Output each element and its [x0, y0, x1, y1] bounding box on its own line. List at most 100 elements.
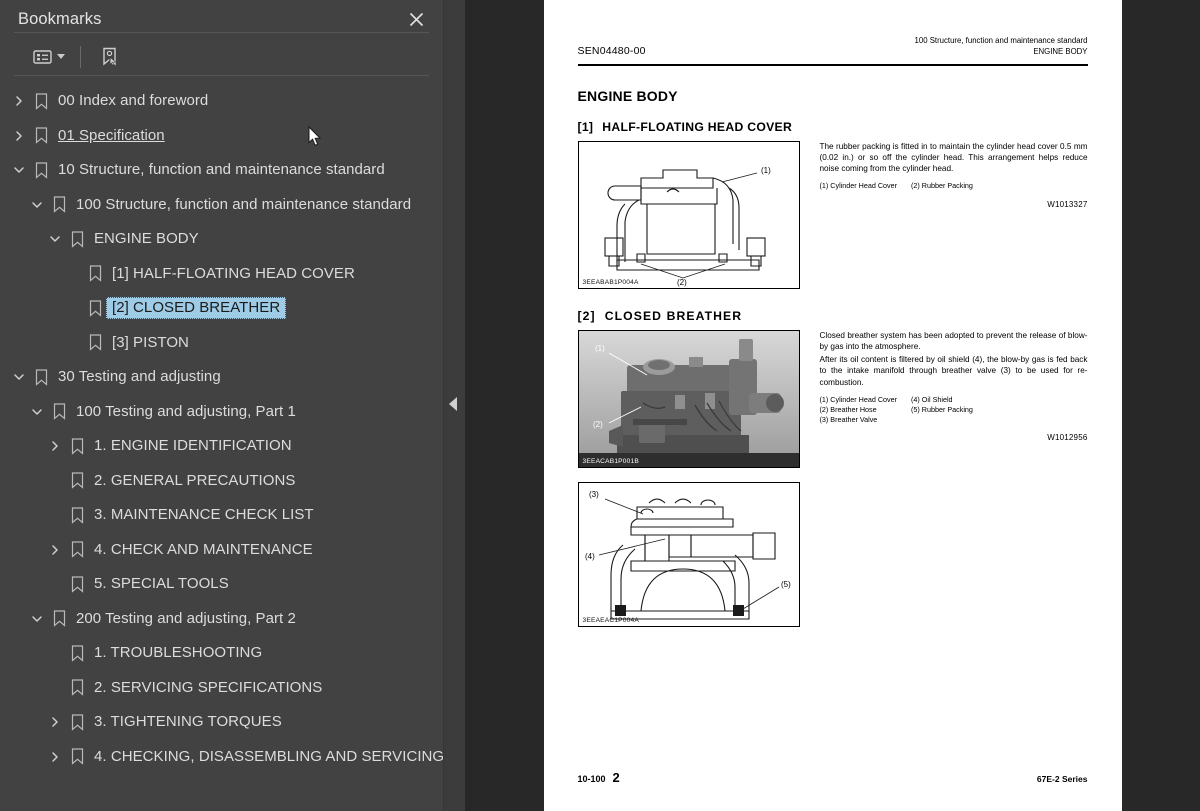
bookmark-item[interactable]: 4. CHECKING, DISASSEMBLING AND SERVICING: [0, 740, 443, 775]
chevron-down-icon[interactable]: [26, 602, 48, 637]
bookmark-item[interactable]: 2. SERVICING SPECIFICATIONS: [0, 671, 443, 706]
bookmark-item[interactable]: 01 Specification: [0, 119, 443, 154]
legend-item: (1) Cylinder Head Cover: [819, 394, 898, 404]
figure1-callout-2: (2): [677, 278, 687, 287]
section2-paragraph-1: Closed breather system has been adopted …: [819, 330, 1088, 351]
bookmark-label: [1] HALF-FLOATING HEAD COVER: [112, 264, 355, 282]
bookmark-label: 2. SERVICING SPECIFICATIONS: [94, 678, 323, 696]
bookmark-item[interactable]: [2] CLOSED BREATHER: [0, 291, 443, 326]
figure3-callout-3: (3): [589, 490, 599, 499]
bookmark-label: 10 Structure, function and maintenance s…: [58, 161, 385, 179]
section1-wnumber: W1013327: [1047, 199, 1088, 209]
section1-paragraph-1: The rubber packing is fitted in to maint…: [819, 141, 1088, 174]
bookmark-label: 100 Testing and adjusting, Part 1: [76, 402, 296, 420]
panel-splitter[interactable]: [443, 0, 465, 811]
bookmark-icon: [48, 196, 70, 214]
chevron-right-icon[interactable]: [44, 740, 66, 775]
chevron-down-icon[interactable]: [8, 153, 30, 188]
section-block-2: (1) (2) 3EEACAB1P001B Closed breather sy…: [577, 329, 1088, 468]
bookmark-item[interactable]: [1] HALF-FLOATING HEAD COVER: [0, 257, 443, 292]
bookmark-label: 4. CHECKING, DISASSEMBLING AND SERVICING: [94, 747, 443, 765]
page-body: ENGINE BODY [1] HALF-FLOATING HEAD COVER: [544, 88, 1122, 627]
chevron-right-icon[interactable]: [44, 533, 66, 568]
chevron-down-icon[interactable]: [8, 360, 30, 395]
legend-item: (2) Breather Hose: [819, 405, 877, 415]
bookmark-item[interactable]: 10 Structure, function and maintenance s…: [0, 153, 443, 188]
document-viewer[interactable]: SEN04480-00 100 Structure, function and …: [465, 0, 1200, 811]
bookmarks-panel: Bookmarks 00 Index and foreword 01 Speci…: [0, 0, 443, 811]
bookmarks-tree[interactable]: 00 Index and foreword 01 Specification 10 …: [0, 76, 443, 811]
section2-legend-col2: (4) Oil Shield (5) Rubber Packing: [911, 395, 973, 426]
chevron-down-icon[interactable]: [44, 222, 66, 257]
chevron-right-icon[interactable]: [44, 429, 66, 464]
bookmark-item[interactable]: 100 Testing and adjusting, Part 1: [0, 395, 443, 430]
bookmark-icon: [84, 334, 106, 352]
collapse-panel-arrow-icon[interactable]: [449, 397, 457, 411]
page-footer: 10-100 2 67E-2 Series: [544, 770, 1122, 785]
bookmark-item[interactable]: 1. TROUBLESHOOTING: [0, 636, 443, 671]
bookmark-item[interactable]: 3. TIGHTENING TORQUES: [0, 705, 443, 740]
figure1-callout-1: (1): [761, 166, 771, 175]
bookmark-label: 30 Testing and adjusting: [58, 368, 221, 386]
bookmark-item[interactable]: 30 Testing and adjusting: [0, 360, 443, 395]
figure-engine-photo: (1) (2) 3EEACAB1P001B: [577, 329, 800, 468]
figure2-callout-1: (1): [595, 344, 605, 353]
section2-paragraphs: Closed breather system has been adopted …: [820, 330, 1088, 388]
section2-legend: (1) Cylinder Head Cover (2) Breather Hos…: [820, 395, 1088, 426]
section-heading-2: [2] CLOSED BREATHER: [578, 309, 1088, 323]
bookmark-item[interactable]: 1. ENGINE IDENTIFICATION: [0, 429, 443, 464]
document-number: SEN04480-00: [577, 45, 646, 58]
bookmark-item[interactable]: [3] PISTON: [0, 326, 443, 361]
bookmark-icon: [30, 93, 52, 110]
chevron-right-icon[interactable]: [44, 705, 66, 740]
section1-legend-col1: (1) Cylinder Head Cover: [820, 181, 898, 191]
bookmark-icon: [30, 162, 52, 179]
bookmark-label: 00 Index and foreword: [58, 92, 209, 110]
bookmark-icon: [66, 714, 88, 731]
section-title-1: HALF-FLOATING HEAD COVER: [602, 119, 793, 134]
section2-text: Closed breather system has been adopted …: [820, 330, 1088, 468]
header-chapter: 100 Structure, function and maintenance …: [914, 36, 1088, 45]
chevron-right-icon[interactable]: [8, 84, 30, 119]
bookmark-label: 01 Specification: [58, 126, 165, 144]
legend-item: (5) Rubber Packing: [911, 405, 973, 415]
bookmark-item[interactable]: 3. MAINTENANCE CHECK LIST: [0, 498, 443, 533]
new-bookmark-icon[interactable]: [98, 45, 121, 69]
bookmark-item[interactable]: ENGINE BODY: [0, 222, 443, 257]
chevron-down-icon[interactable]: [26, 395, 48, 430]
bookmark-icon: [48, 610, 70, 628]
close-icon[interactable]: [403, 6, 429, 32]
bookmark-item[interactable]: 200 Testing and adjusting, Part 2: [0, 602, 443, 637]
bookmark-icon: [66, 507, 88, 524]
bookmark-label: 200 Testing and adjusting, Part 2: [76, 609, 296, 627]
section-title-2: CLOSED BREATHER: [604, 308, 743, 323]
bookmark-item[interactable]: 2. GENERAL PRECAUTIONS: [0, 464, 443, 499]
options-list-icon[interactable]: [31, 47, 67, 67]
figure3-callout-5: (5): [781, 580, 791, 589]
bookmark-item[interactable]: 5. SPECIAL TOOLS: [0, 567, 443, 602]
bookmark-icon: [66, 645, 88, 662]
figure-breather-valve: (3) (4) (5) 3EEAEAC1P004A: [577, 481, 800, 627]
section1-legend: (1) Cylinder Head Cover (2) Rubber Packi…: [820, 181, 1088, 191]
bookmark-icon: [84, 265, 106, 283]
bookmark-icon: [66, 231, 88, 248]
section1-text: The rubber packing is fitted in to maint…: [820, 141, 1088, 289]
chevron-down-icon[interactable]: [26, 188, 48, 223]
chevron-right-icon[interactable]: [8, 119, 30, 154]
bookmark-item[interactable]: 100 Structure, function and maintenance …: [0, 188, 443, 223]
section-heading-1: [1] HALF-FLOATING HEAD COVER: [578, 120, 1088, 134]
section2-paragraph-2: After its oil content is filtered by oil…: [819, 355, 1088, 387]
bookmark-label: 4. CHECK AND MAINTENANCE: [94, 540, 313, 558]
header-subject: ENGINE BODY: [1033, 46, 1088, 56]
chevron-down-icon[interactable]: [57, 54, 65, 59]
bookmark-label: ENGINE BODY: [94, 230, 199, 248]
section-number-2: [2]: [577, 308, 596, 323]
figure3-callout-4: (4): [585, 552, 595, 561]
bookmark-item[interactable]: 4. CHECK AND MAINTENANCE: [0, 533, 443, 568]
bookmark-label: 3. MAINTENANCE CHECK LIST: [94, 506, 314, 524]
bookmark-item[interactable]: 00 Index and foreword: [0, 84, 443, 119]
footer-series: 67E-2 Series: [1036, 774, 1088, 784]
